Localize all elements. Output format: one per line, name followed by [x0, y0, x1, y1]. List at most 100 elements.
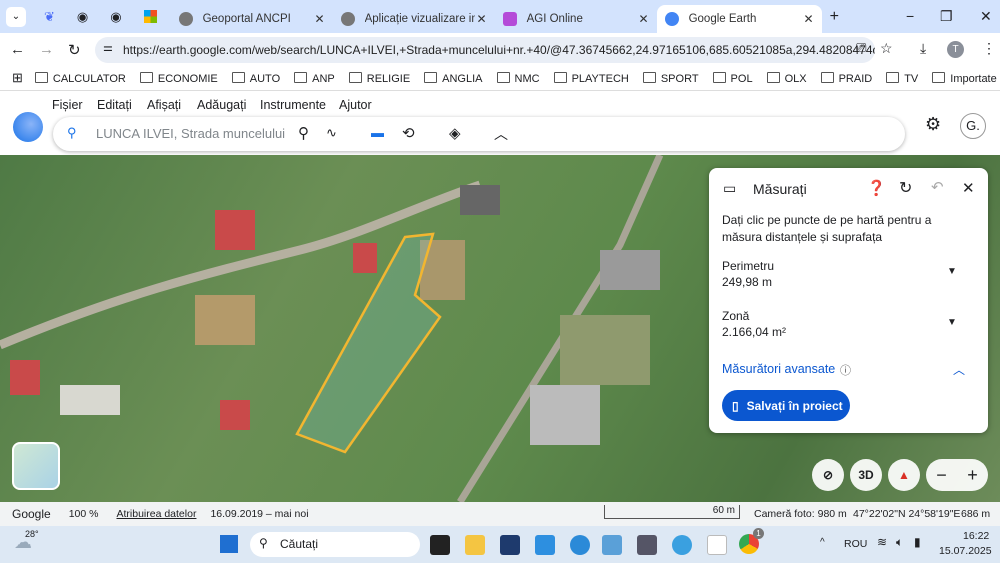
zoom-in-button[interactable]: +	[967, 465, 978, 486]
3d-toggle-button[interactable]: 3D	[850, 459, 882, 491]
volume-icon[interactable]: 🔈︎	[896, 535, 903, 550]
file-explorer-icon[interactable]	[465, 535, 485, 555]
close-icon[interactable]: ✕	[962, 179, 975, 197]
account-avatar[interactable]: G.	[960, 113, 986, 139]
bookmark[interactable]: AUTO	[232, 72, 280, 85]
layers-icon[interactable]: ◈	[449, 124, 461, 142]
bookmark[interactable]: TV	[886, 72, 918, 85]
location-off-button[interactable]: ⊘	[812, 459, 844, 491]
wifi-icon[interactable]: ≋	[877, 535, 887, 549]
bookmark[interactable]: ECONOMIE	[140, 72, 218, 85]
area-units-dropdown[interactable]: ▼	[947, 317, 957, 328]
pinned-tab-icon[interactable]: ◉	[77, 9, 88, 25]
url-input[interactable]: https://earth.google.com/web/search/LUNC…	[95, 37, 875, 63]
download-icon[interactable]: ⤓	[920, 40, 926, 57]
bookmark[interactable]: PRAID	[821, 72, 873, 85]
close-tab-icon[interactable]: ✕	[804, 12, 814, 26]
perimeter-units-dropdown[interactable]: ▼	[947, 266, 957, 277]
back-button[interactable]: ←	[10, 41, 25, 58]
microsoft-icon[interactable]	[143, 10, 157, 23]
status-bar: Google 100 % Atribuirea datelor 16.09.20…	[0, 502, 1000, 526]
path-icon[interactable]: ∿	[326, 125, 337, 141]
tab-agi[interactable]: AGI Online ✕	[495, 6, 657, 32]
placemark-icon[interactable]: ⚲	[298, 124, 309, 142]
bookmark[interactable]: NMC	[497, 72, 540, 85]
bookmark[interactable]: ANP	[294, 72, 335, 85]
calculator-icon[interactable]	[637, 535, 657, 555]
minimize-button[interactable]: −	[906, 8, 914, 24]
help-app-icon[interactable]	[570, 535, 590, 555]
bookmark[interactable]: PLAYTECH	[554, 72, 629, 85]
save-to-project-button[interactable]: ▯ Salvați în proiect	[722, 390, 850, 421]
reload-button[interactable]: ↻	[68, 41, 81, 59]
install-icon[interactable]: ⎚	[856, 40, 866, 56]
start-button[interactable]	[220, 535, 238, 553]
restore-button[interactable]: ❐	[940, 8, 953, 25]
language-indicator[interactable]: ROU	[844, 538, 867, 550]
clock-date[interactable]: 15.07.2025	[939, 545, 992, 557]
map-style-thumbnail[interactable]	[12, 442, 60, 490]
refresh-icon[interactable]: ↻	[899, 178, 912, 198]
data-attribution-link[interactable]: Atribuirea datelor	[116, 508, 196, 520]
bookmark[interactable]: POL	[713, 72, 753, 85]
pinned-tab-icon[interactable]: ❦	[44, 9, 55, 25]
bookmark[interactable]: OLX	[767, 72, 807, 85]
menu-help[interactable]: Ajutor	[339, 98, 372, 112]
search-icon[interactable]: ⚲	[67, 125, 77, 141]
search-input[interactable]: LUNCA ILVEI, Strada muncelului r	[96, 126, 286, 141]
bookmark[interactable]: SPORT	[643, 72, 699, 85]
menu-icon[interactable]: ⋮	[982, 40, 996, 57]
site-info-icon[interactable]: ⚌	[103, 41, 113, 54]
history-icon[interactable]: ⟲	[402, 124, 415, 142]
settings-gear-icon[interactable]: ⚙	[925, 114, 941, 135]
new-tab-button[interactable]: +	[830, 8, 839, 26]
task-view-icon[interactable]	[430, 535, 450, 555]
bookmark[interactable]: RELIGIE	[349, 72, 410, 85]
collapse-chevron-icon[interactable]: ︿	[494, 124, 508, 144]
bookmark-star-icon[interactable]: ☆	[880, 40, 893, 57]
menu-tools[interactable]: Instrumente	[260, 98, 326, 112]
close-tab-icon[interactable]: ✕	[315, 12, 325, 26]
notepad-icon[interactable]	[707, 535, 727, 555]
panel-title: Măsurați	[753, 181, 807, 197]
undo-icon[interactable]: ↶	[931, 178, 944, 196]
ruler-icon[interactable]: ▬	[371, 125, 384, 140]
compass-button[interactable]: ▲	[888, 459, 920, 491]
chevron-up-icon[interactable]: ︿	[953, 361, 965, 378]
menu-edit[interactable]: Editați	[97, 98, 132, 112]
google-earth-logo[interactable]	[13, 112, 43, 142]
tab-search-button[interactable]: ⌄	[6, 6, 26, 27]
tab-google-earth[interactable]: Google Earth ✕	[656, 5, 822, 33]
bookmark[interactable]: ANGLIA	[424, 72, 482, 85]
area-value: 2.166,04 m²	[722, 325, 787, 339]
menu-view[interactable]: Afișați	[147, 98, 181, 112]
advanced-measurements-toggle[interactable]: Măsurători avansate	[722, 362, 835, 376]
tray-chevron-icon[interactable]: ^	[820, 537, 825, 548]
bookmarks-bar: ⊞ CALCULATOR ECONOMIE AUTO ANP RELIGIE A…	[0, 66, 1000, 91]
camera-altitude: Cameră foto: 980 m	[754, 508, 847, 520]
close-tab-icon[interactable]: ✕	[639, 12, 649, 26]
bookmark[interactable]: Importate din IE	[932, 72, 1000, 85]
pinned-tab-icon[interactable]: ◉	[110, 9, 121, 25]
zoom-out-button[interactable]: −	[936, 465, 947, 486]
store-icon[interactable]	[500, 535, 520, 555]
menu-add[interactable]: Adăugați	[197, 98, 246, 112]
profile-avatar[interactable]: T	[947, 41, 964, 58]
menu-file[interactable]: Fișier	[52, 98, 83, 112]
clock-time[interactable]: 16:22	[963, 530, 989, 542]
close-tab-icon[interactable]: ✕	[477, 12, 487, 26]
forward-button[interactable]: →	[39, 41, 54, 58]
tab-geoportal[interactable]: Geoportal ANCPI ✕	[171, 6, 333, 32]
taskbar-search[interactable]: ⚲ Căutați	[250, 532, 420, 557]
tab-aplicatie[interactable]: Aplicație vizualizare imobi✕	[333, 6, 495, 32]
app-icon[interactable]	[602, 535, 622, 555]
app-icon[interactable]	[672, 535, 692, 555]
battery-icon[interactable]: ▮	[914, 535, 921, 549]
apps-icon[interactable]: ⊞	[12, 70, 23, 86]
bookmark[interactable]: CALCULATOR	[35, 72, 126, 85]
tab-label: AGI Online	[526, 13, 583, 25]
close-window-button[interactable]: ✕	[980, 8, 992, 25]
info-icon[interactable]: ⓘ	[840, 362, 851, 378]
help-icon[interactable]: ❓	[867, 179, 886, 197]
app-icon[interactable]	[535, 535, 555, 555]
